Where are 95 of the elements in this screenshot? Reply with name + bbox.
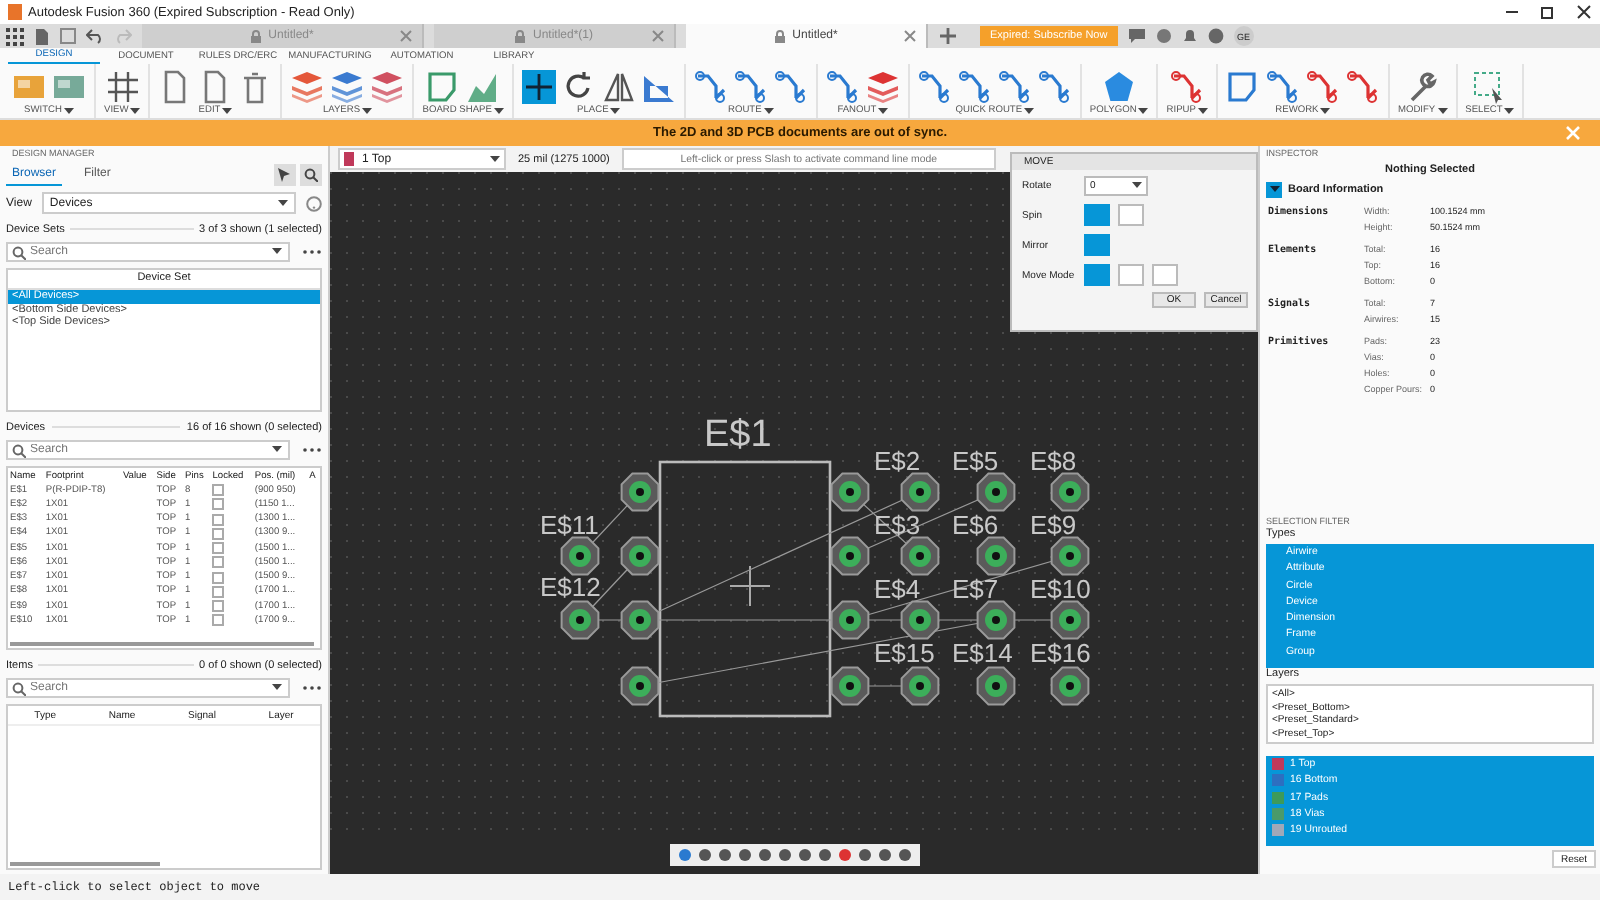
caret-icon: [1197, 107, 1208, 115]
caret-icon: [272, 684, 282, 692]
scrollbar[interactable]: [10, 862, 160, 866]
caret-icon: [63, 107, 74, 115]
caret-icon: [1138, 107, 1149, 115]
designator-label: E$14: [952, 638, 1013, 668]
area-chart-icon[interactable]: [466, 69, 501, 103]
selection-icon[interactable]: [1472, 69, 1507, 103]
rotate-icon[interactable]: [561, 69, 596, 103]
locked-checkbox[interactable]: [212, 556, 225, 569]
caret-icon: [362, 107, 373, 115]
board-outline-icon[interactable]: [426, 69, 461, 103]
locked-checkbox[interactable]: [212, 571, 225, 584]
designator-label: E$10: [1030, 574, 1091, 604]
caret-icon: [1504, 107, 1515, 115]
route-icon[interactable]: [1037, 69, 1072, 103]
caret-icon: [130, 107, 141, 115]
designator-label: E$8: [1030, 446, 1077, 476]
designator-label: E$6: [952, 510, 999, 540]
scrollbar[interactable]: [10, 642, 314, 646]
lock-icon: [514, 29, 527, 43]
mirror-toggle[interactable]: [1084, 234, 1110, 256]
locked-checkbox[interactable]: [212, 542, 225, 555]
spin-toggle[interactable]: [1118, 204, 1144, 226]
designator-label: E$15: [874, 638, 935, 668]
route-icon[interactable]: [733, 69, 768, 103]
close-icon[interactable]: [1576, 4, 1592, 20]
route-icon[interactable]: [693, 69, 728, 103]
locked-checkbox[interactable]: [212, 527, 225, 540]
rework-icon[interactable]: [1265, 69, 1300, 103]
fanout-icon[interactable]: [825, 69, 860, 103]
rework-icon[interactable]: [1305, 69, 1340, 103]
designator-label: E$11: [540, 510, 599, 540]
new-tab-icon[interactable]: [938, 26, 958, 46]
spin-toggle[interactable]: [1084, 204, 1110, 226]
caret-icon: [1320, 107, 1331, 115]
pentagon-icon[interactable]: [1102, 69, 1137, 103]
bell-icon[interactable]: [1181, 28, 1198, 44]
caret-icon: [272, 248, 282, 256]
caret-icon: [490, 155, 500, 163]
route-icon[interactable]: [957, 69, 992, 103]
caret-icon: [272, 446, 282, 454]
search-icon: [12, 443, 26, 457]
designator-label: E$2: [874, 446, 921, 476]
route-icon[interactable]: [997, 69, 1032, 103]
designator-label: E$7: [952, 574, 999, 604]
locked-checkbox[interactable]: [212, 513, 225, 526]
expand-toggle[interactable]: [1266, 182, 1282, 198]
route-icon[interactable]: [773, 69, 808, 103]
lock-icon: [774, 29, 787, 43]
designator-label: E$4: [874, 574, 921, 604]
mirror-icon[interactable]: [601, 69, 636, 103]
more-options-icon[interactable]: [302, 684, 322, 692]
caret-icon: [222, 107, 233, 115]
route-icon[interactable]: [917, 69, 952, 103]
caret-icon: [493, 107, 504, 115]
chat-icon[interactable]: [1127, 28, 1146, 44]
locked-checkbox[interactable]: [212, 585, 225, 598]
select-tool-button[interactable]: [274, 163, 296, 185]
origin-crosshair: [729, 565, 771, 607]
search-icon: [304, 167, 318, 181]
rework-icon[interactable]: [1345, 69, 1380, 103]
grid-menu-icon[interactable]: [6, 27, 24, 45]
caret-icon: [1437, 107, 1448, 115]
locked-checkbox[interactable]: [212, 614, 225, 627]
locked-checkbox[interactable]: [212, 484, 225, 496]
caret-icon: [878, 107, 889, 115]
caret-icon: [278, 199, 288, 207]
wrench-icon[interactable]: [1405, 69, 1440, 103]
more-options-icon[interactable]: [302, 446, 322, 454]
restore-icon[interactable]: [1540, 4, 1556, 20]
search-icon: [12, 681, 26, 695]
file-icon[interactable]: [34, 27, 50, 45]
cursor-icon: [278, 167, 292, 181]
caret-icon: [1024, 107, 1035, 115]
zoom-tool-button[interactable]: [300, 163, 322, 185]
designator-label: E$1: [704, 414, 772, 456]
app-logo-icon: [8, 4, 22, 20]
move-icon[interactable]: [521, 69, 556, 103]
locked-checkbox[interactable]: [212, 600, 225, 613]
save-icon[interactable]: [60, 28, 76, 44]
caret-icon: [610, 107, 621, 115]
rework-icon[interactable]: [1225, 69, 1260, 103]
designator-label: E$9: [1030, 510, 1077, 540]
lock-icon: [250, 29, 263, 43]
designator-label: E$5: [952, 446, 999, 476]
locked-checkbox[interactable]: [212, 498, 225, 511]
search-icon: [12, 245, 26, 259]
fanout-icon[interactable]: [865, 69, 900, 103]
designator-label: E$12: [540, 572, 601, 602]
more-options-icon[interactable]: [302, 248, 322, 256]
caret-icon: [1132, 181, 1142, 189]
ripup-icon[interactable]: [1170, 69, 1205, 103]
designator-label: E$16: [1030, 638, 1091, 668]
caret-icon: [763, 107, 774, 115]
